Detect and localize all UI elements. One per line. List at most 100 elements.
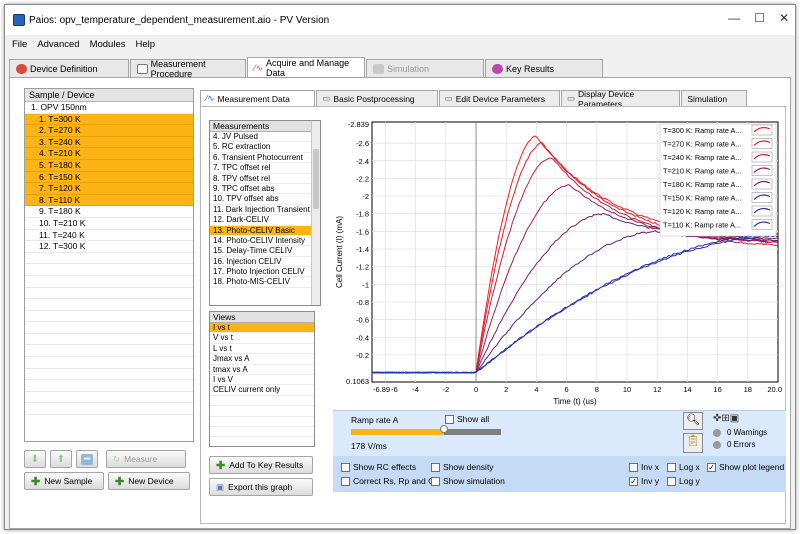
tab-device-definition[interactable]: Device Definition: [9, 59, 129, 77]
inv-y-checkbox[interactable]: ✓ Inv y: [629, 476, 659, 486]
measurement-item[interactable]: 13. Photo-CELIV Basic: [210, 225, 320, 236]
tab-basic-postprocessing[interactable]: ▭ Basic Postprocessing: [316, 90, 438, 106]
view-item[interactable]: L vs t: [210, 344, 314, 355]
measurement-item[interactable]: 5. RC extraction: [210, 142, 320, 153]
empty-row: [210, 396, 314, 407]
view-item[interactable]: Jmax vs A: [210, 354, 314, 365]
menu-advanced[interactable]: Advanced: [37, 39, 79, 50]
sample-list-item[interactable]: 8. T=110 K: [25, 194, 193, 207]
legend-swatch-box: [751, 219, 773, 230]
measurement-item[interactable]: 9. TPC offset abs: [210, 184, 320, 195]
ramp-slider-thumb[interactable]: [440, 425, 448, 433]
move-up-button[interactable]: ⬆: [50, 450, 72, 468]
y-tick-label: -1.2: [356, 263, 369, 272]
measurement-item[interactable]: 14. Photo-CELIV Intensity: [210, 236, 320, 247]
measurement-item[interactable]: 10. TPV offset abs: [210, 194, 320, 205]
measurement-item[interactable]: 8. TPV offset rel: [210, 174, 320, 184]
remove-button[interactable]: ━: [76, 450, 98, 468]
view-item[interactable]: tmax vs A: [210, 365, 314, 375]
tab-label: Acquire and Manage Data: [266, 57, 350, 78]
view-item[interactable]: I vs t: [210, 323, 314, 334]
export-graph-button[interactable]: ▣ Export this graph: [209, 478, 313, 496]
move-down-button[interactable]: ⬇: [24, 450, 46, 468]
simulation-icon: [373, 63, 384, 74]
legend-label: T=240 K: Ramp rate A...: [663, 153, 741, 162]
doc-icon: ▭: [567, 93, 576, 103]
plot-tools-icon[interactable]: ✜⊞▣: [713, 413, 739, 424]
sample-list-item[interactable]: 2. T=270 K: [25, 125, 193, 137]
menu-file[interactable]: File: [12, 39, 27, 50]
show-rc-checkbox[interactable]: Show RC effects: [341, 462, 416, 472]
empty-row: [25, 288, 193, 300]
zoom-button[interactable]: 🔍︎: [683, 412, 703, 430]
minimize-button[interactable]: —: [728, 11, 740, 25]
views-list[interactable]: Views I vs tV vs tL vs t Jmax vs Atmax vs…: [209, 311, 315, 447]
tab-edit-device-parameters[interactable]: ▭ Edit Device Parameters: [438, 90, 561, 106]
sample-list-item[interactable]: 12. T=300 K: [25, 241, 193, 253]
y-tick-label: -0.6: [356, 316, 369, 325]
close-button[interactable]: ✕: [779, 11, 789, 25]
measurements-list[interactable]: Measurements 4. JV Pulsed 5. RC extractio…: [209, 120, 321, 306]
inv-x-checkbox[interactable]: Inv x: [629, 462, 659, 472]
show-plot-legend-checkbox[interactable]: ✓ Show plot legend: [707, 462, 784, 472]
measurement-item[interactable]: 17. Photo Injection CELIV: [210, 267, 320, 278]
tab-label: Simulation: [687, 93, 728, 104]
new-sample-button[interactable]: ✚ New Sample: [24, 472, 104, 490]
measurement-item[interactable]: 12. Dark-CELIV: [210, 215, 320, 226]
measurement-item[interactable]: 18. Photo-MIS-CELIV: [210, 277, 320, 288]
sample-list-item[interactable]: 1. OPV 150nm: [25, 102, 193, 114]
measurement-item[interactable]: 7. TPC offset rel: [210, 163, 320, 174]
measurements-scrollbar[interactable]: [311, 121, 320, 305]
clipboard-button[interactable]: 📋︎: [683, 433, 703, 453]
tab-measurement-data[interactable]: ⁄∿ Measurement Data: [200, 90, 316, 106]
errors-led: [713, 441, 721, 449]
correct-rs-checkbox[interactable]: Correct Rs, Rp and C: [341, 476, 434, 486]
current-vs-time-chart[interactable]: -6.89 -6 -4 -2 0 2 4 6 8 10 12 14 16 18 20.0 -2.839 -2.6…: [332, 116, 788, 412]
tab-simulation[interactable]: Simulation: [366, 59, 484, 77]
plus-icon: ✚: [216, 459, 226, 472]
sample-list-item[interactable]: 9. T=180 K: [25, 206, 193, 218]
empty-row: [25, 322, 193, 334]
tab-label: Edit Device Parameters: [455, 93, 546, 104]
empty-row: [25, 299, 193, 311]
measurement-item[interactable]: 16. Injection CELIV: [210, 257, 320, 268]
sample-list-item[interactable]: 5. T=180 K: [25, 159, 193, 172]
add-to-key-results-button[interactable]: ✚ Add To Key Results: [209, 456, 313, 474]
show-density-checkbox[interactable]: Show density: [431, 462, 494, 472]
ramp-slider-track[interactable]: [351, 429, 501, 435]
sample-list-item[interactable]: 11. T=240 K: [25, 230, 193, 242]
measurement-item[interactable]: 11. Dark Injection Transient: [210, 205, 320, 216]
add-key-label: Add To Key Results: [229, 460, 304, 470]
tab-display-device-parameters[interactable]: ▭ Display Device Parameters: [561, 89, 681, 109]
sample-list-item[interactable]: 3. T=240 K: [25, 136, 193, 149]
measurement-item[interactable]: 4. JV Pulsed: [210, 132, 320, 143]
show-all-checkbox[interactable]: Show all: [445, 414, 489, 424]
log-x-checkbox[interactable]: Log x: [667, 462, 700, 472]
measure-button[interactable]: ↻ Measure: [106, 450, 186, 468]
tab-simulation-inner[interactable]: Simulation: [681, 90, 748, 106]
view-item[interactable]: I vs V: [210, 375, 314, 386]
menu-modules[interactable]: Modules: [90, 39, 126, 50]
view-item[interactable]: V vs t: [210, 333, 314, 344]
sample-list-item[interactable]: 1. T=300 K: [25, 113, 193, 126]
sample-list-item[interactable]: 4. T=210 K: [25, 148, 193, 160]
sample-list-item[interactable]: 10. T=210 K: [25, 218, 193, 230]
measurement-item[interactable]: 6. Transient Photocurrent: [210, 153, 320, 164]
empty-row: [25, 334, 193, 346]
maximize-button[interactable]: ☐: [754, 11, 765, 25]
tab-measurement-procedure[interactable]: Measurement Procedure: [130, 59, 246, 79]
tab-key-results[interactable]: Key Results: [485, 59, 603, 77]
log-y-checkbox[interactable]: Log y: [667, 476, 700, 486]
inner-tab-bar: ⁄∿ Measurement Data ▭ Basic Postprocessing…: [200, 89, 748, 109]
measurement-item[interactable]: 15. Delay-Time CELIV: [210, 246, 320, 257]
menu-help[interactable]: Help: [136, 39, 156, 50]
sample-list-item[interactable]: 7. T=120 K: [25, 183, 193, 195]
sample-list-item[interactable]: 6. T=150 K: [25, 171, 193, 184]
view-item[interactable]: CELIV current only: [210, 385, 314, 396]
sample-device-list[interactable]: Sample / Device 1. OPV 150nm 1. T=300 K 2.…: [24, 88, 194, 442]
empty-row: [25, 403, 193, 416]
tab-acquire-manage[interactable]: ⁄∿ Acquire and Manage Data: [247, 57, 365, 78]
empty-row: [210, 417, 314, 427]
show-simulation-checkbox[interactable]: Show simulation: [431, 476, 505, 486]
new-device-button[interactable]: ✚ New Device: [108, 472, 190, 490]
